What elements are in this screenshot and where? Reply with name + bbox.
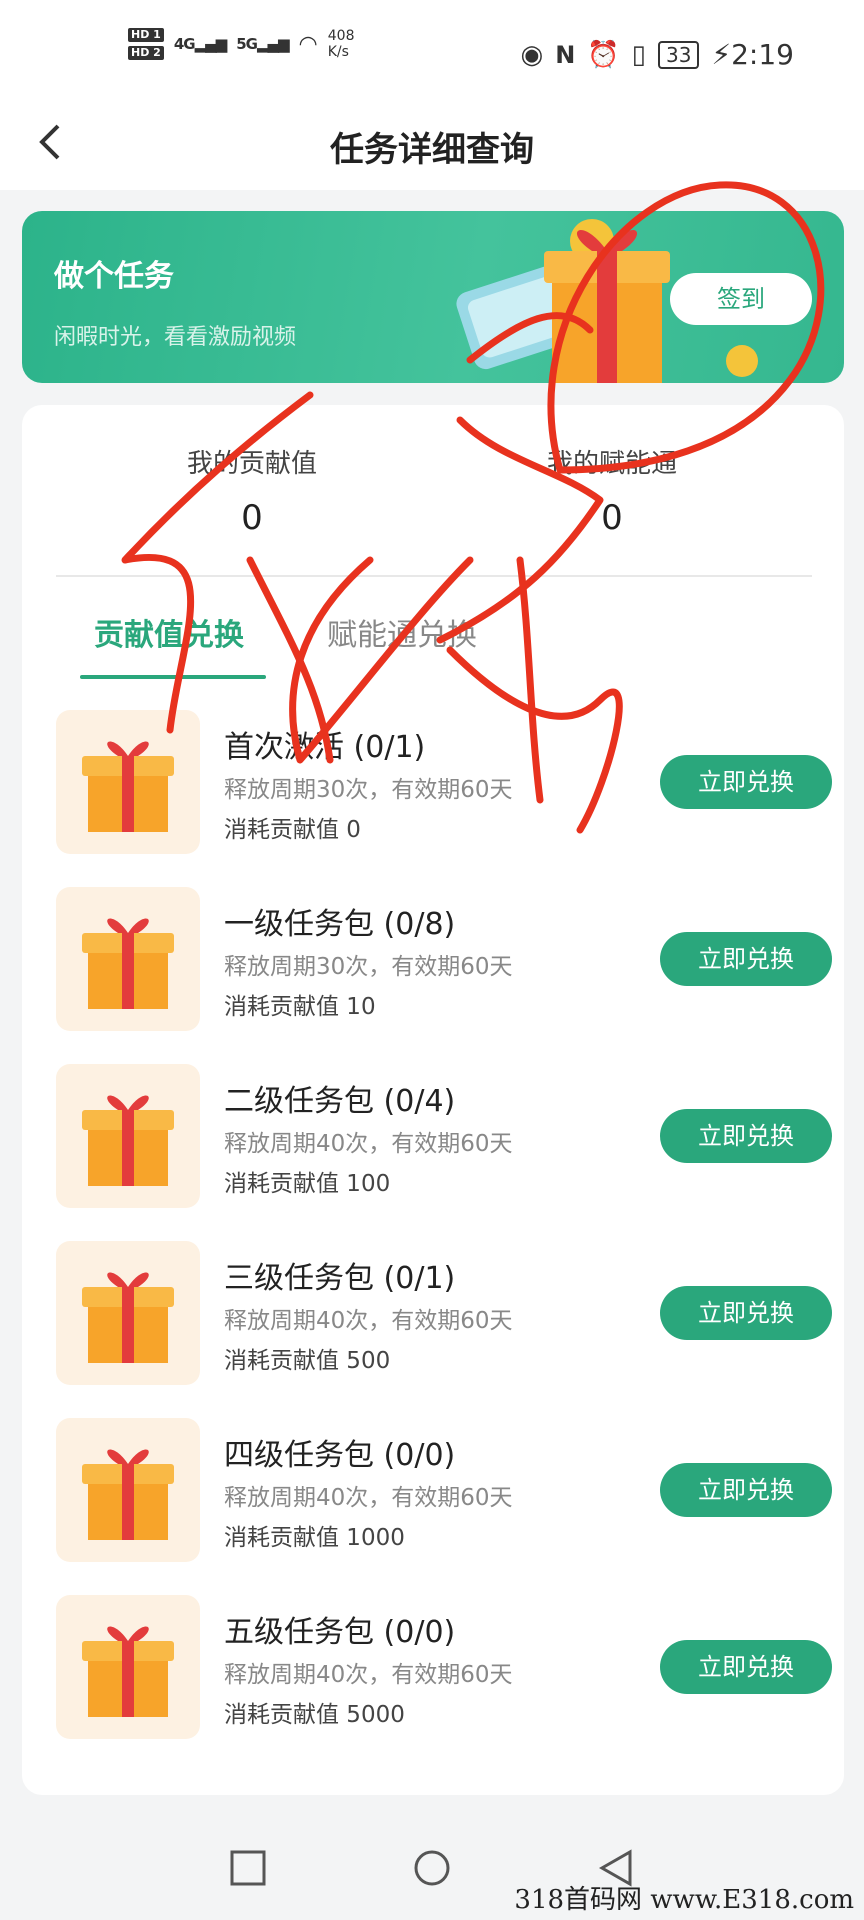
item-title: 五级任务包 (0/0): [224, 1615, 456, 1650]
watermark: 318首码网 www.E318.com: [514, 1885, 854, 1915]
item-release: 释放周期30次，有效期60天: [224, 777, 513, 803]
gift-thumbnail: [56, 1418, 200, 1562]
item-cost: 消耗贡献值 0: [224, 817, 361, 843]
item-cost: 消耗贡献值 500: [224, 1348, 391, 1374]
exchange-card: 我的贡献值 0 我的赋能通 0 贡献值兑换 赋能通兑换 首次激活 (0/1) 释放…: [22, 405, 844, 1795]
enabling-value: 0: [601, 498, 623, 538]
banner-title: 做个任务: [54, 259, 174, 294]
wifi-icon: ◠: [298, 31, 318, 57]
redeem-button[interactable]: 立即兑换: [660, 1640, 832, 1694]
alarm-icon: ⏰: [587, 39, 620, 70]
item-cost: 消耗贡献值 1000: [224, 1525, 405, 1551]
enabling-label: 我的赋能通: [546, 449, 677, 479]
signin-button[interactable]: 签到: [670, 273, 812, 325]
enabling-stat: 我的赋能通 0: [462, 443, 762, 538]
gift-icon: [82, 1272, 174, 1363]
redeem-button[interactable]: 立即兑换: [660, 755, 832, 809]
hd1-badge: HD 1: [128, 28, 164, 42]
gift-icon: [82, 918, 174, 1009]
signal-5g-icon: 5G▂▄▆: [236, 35, 289, 53]
gift-thumbnail: [56, 710, 200, 854]
circle-icon: [414, 1850, 450, 1886]
banner-subtitle: 闲暇时光，看看激励视频: [54, 325, 297, 350]
item-release: 释放周期40次，有效期60天: [224, 1308, 513, 1334]
home-button[interactable]: [412, 1848, 452, 1898]
tab-enabling-exchange[interactable]: 赋能通兑换: [327, 610, 477, 654]
contribution-value: 0: [241, 498, 263, 538]
hd2-badge: HD 2: [128, 46, 164, 60]
page-title: 任务详细查询: [330, 130, 534, 170]
item-title: 一级任务包 (0/8): [224, 907, 456, 942]
nfc-icon: N: [555, 40, 576, 69]
gift-thumbnail: [56, 1595, 200, 1739]
list-item: 五级任务包 (0/0) 释放周期40次，有效期60天 消耗贡献值 5000 立即兑换: [56, 1595, 832, 1745]
item-title: 四级任务包 (0/0): [224, 1438, 456, 1473]
status-right: ◉ N ⏰ ▯ 33 ⚡2:19: [521, 38, 794, 71]
recents-button[interactable]: [228, 1848, 268, 1898]
signal-4g-icon: 4G▂▄▆: [173, 35, 227, 53]
square-icon: [230, 1850, 266, 1886]
list-item: 二级任务包 (0/4) 释放周期40次，有效期60天 消耗贡献值 100 立即兑换: [56, 1064, 832, 1214]
list-item: 一级任务包 (0/8) 释放周期30次，有效期60天 消耗贡献值 10 立即兑换: [56, 887, 832, 1037]
redeem-button[interactable]: 立即兑换: [660, 932, 832, 986]
item-release: 释放周期40次，有效期60天: [224, 1131, 513, 1157]
item-cost: 消耗贡献值 10: [224, 994, 376, 1020]
item-cost: 消耗贡献值 5000: [224, 1702, 405, 1728]
status-left: HD 1 HD 2 4G▂▄▆ 5G▂▄▆ ◠ 408 K/s: [128, 28, 354, 60]
gift-icon: [82, 741, 174, 832]
gift-thumbnail: [56, 1064, 200, 1208]
contribution-label: 我的贡献值: [186, 449, 317, 479]
item-release: 释放周期30次，有效期60天: [224, 954, 513, 980]
item-release: 释放周期40次，有效期60天: [224, 1662, 513, 1688]
gift-thumbnail: [56, 1241, 200, 1385]
gift-icon: [82, 1095, 174, 1186]
redeem-button[interactable]: 立即兑换: [660, 1109, 832, 1163]
item-title: 三级任务包 (0/1): [224, 1261, 456, 1296]
net-speed: 408 K/s: [327, 28, 355, 60]
page-header: 任务详细查询: [0, 110, 864, 190]
divider: [56, 575, 812, 577]
redeem-button[interactable]: 立即兑换: [660, 1286, 832, 1340]
item-release: 释放周期40次，有效期60天: [224, 1485, 513, 1511]
clock: ⚡2:19: [711, 38, 794, 71]
gift-icon: [82, 1626, 174, 1717]
list-item: 四级任务包 (0/0) 释放周期40次，有效期60天 消耗贡献值 1000 立即兑换: [56, 1418, 832, 1568]
tab-contribution-exchange[interactable]: 贡献值兑换: [94, 610, 244, 654]
vibrate-icon: ▯: [631, 39, 646, 70]
item-cost: 消耗贡献值 100: [224, 1171, 391, 1197]
item-title: 首次激活 (0/1): [224, 730, 426, 765]
eye-icon: ◉: [520, 39, 544, 70]
status-bar: HD 1 HD 2 4G▂▄▆ 5G▂▄▆ ◠ 408 K/s ◉ N ⏰ ▯ …: [0, 0, 864, 110]
gift-icon: [82, 1449, 174, 1540]
task-banner[interactable]: 做个任务 闲暇时光，看看激励视频 签到: [22, 211, 844, 383]
list-item: 首次激活 (0/1) 释放周期30次，有效期60天 消耗贡献值 0 立即兑换: [56, 710, 832, 860]
item-title: 二级任务包 (0/4): [224, 1084, 456, 1119]
list-item: 三级任务包 (0/1) 释放周期40次，有效期60天 消耗贡献值 500 立即兑换: [56, 1241, 832, 1391]
battery-indicator: 33: [657, 40, 700, 69]
active-tab-indicator: [80, 675, 266, 679]
system-nav-bar: 318首码网 www.E318.com: [0, 1820, 864, 1920]
redeem-button[interactable]: 立即兑换: [660, 1463, 832, 1517]
contribution-stat: 我的贡献值 0: [102, 443, 402, 538]
gift-thumbnail: [56, 887, 200, 1031]
